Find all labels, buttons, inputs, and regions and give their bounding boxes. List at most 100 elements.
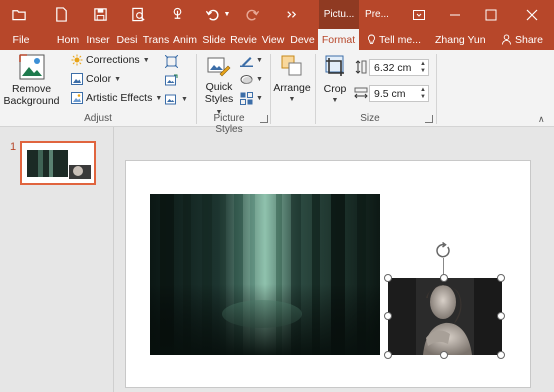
undo-dropdown-icon[interactable]: ▼ <box>223 4 231 24</box>
crop-button[interactable]: Crop ▼ <box>319 55 351 107</box>
height-value: 6.32 cm <box>374 61 412 74</box>
print-preview-icon[interactable] <box>127 4 149 24</box>
picture-effects-button[interactable]: ▼ <box>240 73 263 86</box>
resize-handle-bottom[interactable] <box>440 351 448 359</box>
collapse-ribbon-icon[interactable]: ∧ <box>538 114 545 125</box>
resize-handle-right[interactable] <box>497 312 505 320</box>
presentation-title: Pre... <box>365 9 389 20</box>
share-person-icon <box>501 34 512 45</box>
ribbon-format: Remove Background Corrections ▼ Color ▼ … <box>0 50 554 135</box>
chevron-down-icon: ▼ <box>142 56 150 64</box>
picture-styles-launcher-icon[interactable] <box>260 115 268 123</box>
chevron-down-icon: ▼ <box>256 76 263 83</box>
group-divider <box>436 54 437 124</box>
undo-icon[interactable] <box>201 4 223 24</box>
new-file-icon[interactable] <box>50 4 72 24</box>
picture-styles-group-label: Picture Styles <box>213 113 245 135</box>
remove-background-button[interactable]: Remove Background <box>3 54 60 107</box>
tab-format[interactable]: Format <box>318 29 359 50</box>
tab-design[interactable]: Desi <box>113 29 141 50</box>
resize-handle-top-left[interactable] <box>384 274 392 282</box>
artistic-effects-label: Artistic Effects <box>86 92 153 104</box>
shape-width-icon <box>354 87 368 99</box>
pane-divider[interactable] <box>113 127 114 392</box>
lightbulb-icon <box>368 34 375 44</box>
chevron-down-icon: ▼ <box>331 97 339 104</box>
save-icon[interactable] <box>89 4 111 24</box>
share-label: Share <box>515 33 544 46</box>
title-bar: ▼ Pictu... Pre... <box>0 0 554 29</box>
maximize-icon[interactable] <box>473 0 509 29</box>
corrections-button[interactable]: Corrections ▼ <box>71 54 150 66</box>
customize-icon[interactable] <box>280 4 302 24</box>
change-picture-icon[interactable] <box>165 74 178 87</box>
tab-home[interactable]: Hom <box>54 29 82 50</box>
remove-background-label-line1: Remove <box>11 83 52 95</box>
tab-view[interactable]: View <box>259 29 287 50</box>
quick-styles-button[interactable]: Quick Styles ▼ <box>200 55 238 119</box>
height-field[interactable]: 6.32 cm ▲ ▼ <box>369 59 429 76</box>
picture-tools-tab[interactable]: Pictu... <box>319 0 359 29</box>
share-button[interactable]: Share <box>501 29 543 50</box>
tab-insert[interactable]: Inser <box>84 29 112 50</box>
chevron-down-icon: ▼ <box>155 94 163 102</box>
size-launcher-icon[interactable] <box>425 115 433 123</box>
group-divider <box>315 54 316 124</box>
color-picture-icon <box>71 73 83 85</box>
color-label: Color <box>86 73 112 85</box>
redo-icon[interactable] <box>241 4 263 24</box>
tab-developer[interactable]: Deve <box>288 29 317 50</box>
resize-handle-top-right[interactable] <box>497 274 505 282</box>
picture-layout-button[interactable]: ▼ <box>240 92 263 105</box>
corrections-label: Corrections <box>86 54 140 66</box>
arrange-label: Arrange <box>273 82 311 94</box>
ribbon-tabs: File Hom Inser Desi Trans Anim Slide Rev… <box>0 29 554 50</box>
remove-background-icon <box>18 54 44 80</box>
quick-styles-icon <box>207 57 231 77</box>
resize-handle-top[interactable] <box>440 274 448 282</box>
color-button[interactable]: Color ▼ <box>71 73 121 85</box>
picture-layout-icon <box>240 92 253 105</box>
minimize-icon[interactable] <box>437 0 473 29</box>
tab-review[interactable]: Revie <box>229 29 258 50</box>
resize-handle-left[interactable] <box>384 312 392 320</box>
width-spinner-icon[interactable]: ▲ ▼ <box>420 87 426 101</box>
touch-mode-icon[interactable] <box>166 4 188 24</box>
tab-animations[interactable]: Anim <box>171 29 199 50</box>
width-field[interactable]: 9.5 cm ▲ ▼ <box>369 85 429 102</box>
artistic-effects-icon <box>71 92 83 104</box>
artistic-effects-button[interactable]: Artistic Effects ▼ <box>71 92 162 104</box>
user-account[interactable]: Zhang Yun <box>435 29 486 50</box>
tab-transitions[interactable]: Trans <box>142 29 170 50</box>
slide-thumbnail[interactable] <box>20 141 96 185</box>
portrait-picture[interactable] <box>388 278 502 355</box>
close-icon[interactable] <box>514 0 550 29</box>
tell-me-label: Tell me... <box>379 33 422 46</box>
slide-thumbnail-preview <box>22 143 94 183</box>
chevron-down-icon: ▼ <box>181 96 188 103</box>
crop-icon <box>325 55 344 76</box>
tab-file[interactable]: File <box>0 29 42 50</box>
arrange-icon <box>281 55 302 76</box>
shape-height-icon <box>355 60 367 74</box>
ribbon-display-icon[interactable] <box>401 0 437 29</box>
height-spinner-icon[interactable]: ▲ ▼ <box>420 61 426 75</box>
open-icon[interactable] <box>8 4 30 24</box>
reset-picture-icon <box>165 94 176 105</box>
tab-slide-show[interactable]: Slide <box>200 29 228 50</box>
picture-border-button[interactable]: ▼ <box>240 54 263 67</box>
reset-picture-button[interactable]: ▼ <box>165 93 188 106</box>
chevron-down-icon: ▼ <box>256 57 263 64</box>
chevron-down-icon: ▼ <box>114 75 122 83</box>
resize-handle-bottom-left[interactable] <box>384 351 392 359</box>
tell-me-box[interactable]: Tell me... <box>367 29 421 50</box>
compress-pictures-icon[interactable] <box>165 55 178 68</box>
slide-thumbnail-pane: 1 <box>0 127 113 392</box>
forest-picture[interactable] <box>150 194 380 355</box>
resize-handle-bottom-right[interactable] <box>497 351 505 359</box>
rotate-handle-icon[interactable] <box>435 242 453 258</box>
arrange-button[interactable]: Arrange ▼ <box>272 54 312 106</box>
group-divider <box>270 54 271 124</box>
adjust-group-label: Adjust <box>84 113 112 124</box>
chevron-down-icon: ▼ <box>256 95 263 102</box>
